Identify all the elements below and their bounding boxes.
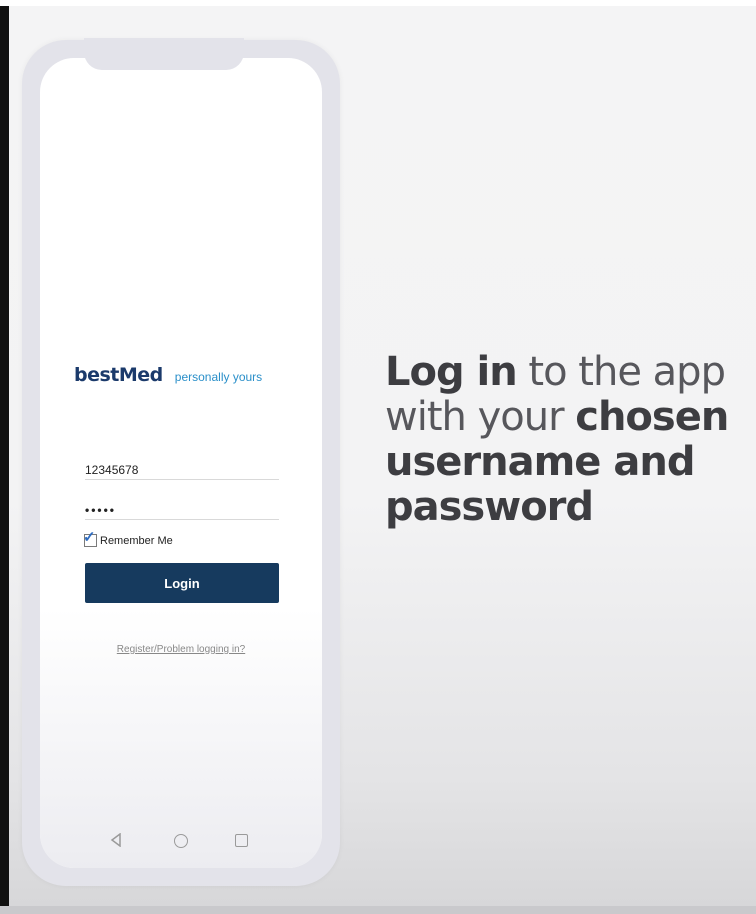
password-field[interactable]: ••••• [85,496,279,520]
top-border [0,0,756,6]
checkbox-box[interactable]: ✓ [83,530,97,547]
brand-tagline: personally yours [174,370,263,384]
phone-mockup: bestMed personally yours 12345678 ••••• … [22,38,340,886]
recent-apps-icon[interactable] [235,834,248,847]
remember-me-checkbox[interactable]: ✓ Remember Me [83,530,173,547]
brand-logo: bestMed personally yours [74,364,262,386]
remember-me-label: Remember Me [100,534,173,547]
password-value: ••••• [85,503,117,517]
caption-highlight: Log in [385,349,518,395]
back-icon[interactable] [110,832,122,852]
username-value: 12345678 [85,463,139,477]
bottom-border [0,906,756,914]
home-icon[interactable] [174,834,188,848]
register-help-link[interactable]: Register/Problem logging in? [40,644,322,655]
username-field[interactable]: 12345678 [85,456,279,480]
instruction-caption: Log in to the app with your chosen usern… [385,350,745,530]
phone-notch [84,38,244,70]
checkmark-icon: ✓ [83,529,96,546]
left-border [0,0,9,914]
login-button[interactable]: Login [85,563,279,603]
android-nav-bar [40,830,322,854]
brand-name: bestMed [74,364,163,386]
phone-screen: bestMed personally yours 12345678 ••••• … [40,58,322,868]
